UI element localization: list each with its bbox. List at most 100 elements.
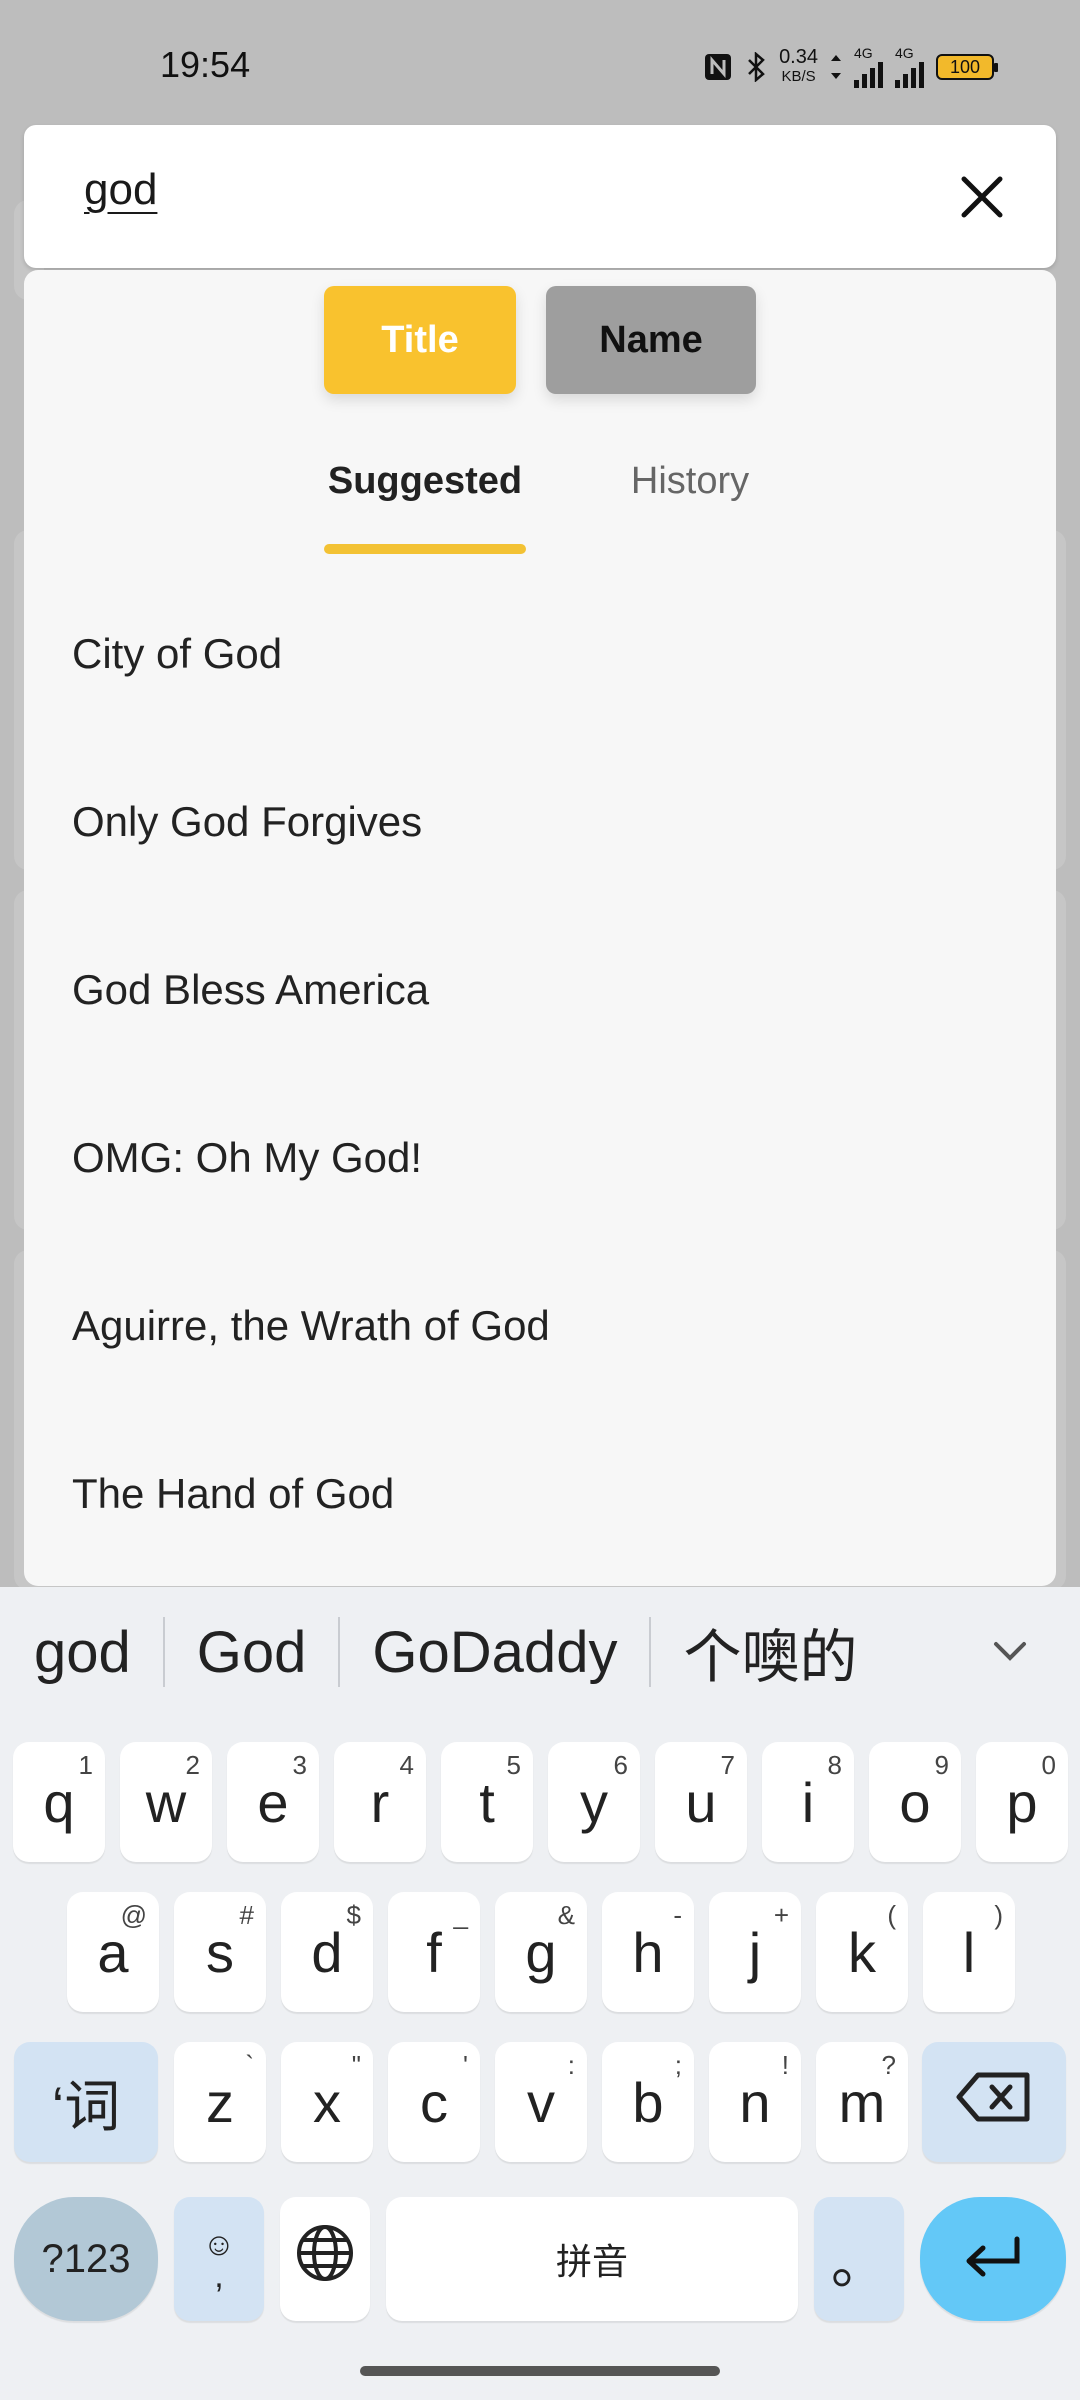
key-hint: 8 bbox=[827, 1750, 842, 1780]
key-u[interactable]: u7 bbox=[655, 1742, 747, 1862]
key-p[interactable]: p0 bbox=[976, 1742, 1068, 1862]
backspace-key[interactable] bbox=[922, 2042, 1066, 2162]
key-c[interactable]: c ' bbox=[388, 2042, 480, 2162]
suggestion-item[interactable]: OMG: Oh My God! bbox=[24, 1074, 1056, 1242]
key-letter: b bbox=[632, 2070, 664, 2134]
tab-history[interactable]: History bbox=[610, 460, 770, 503]
candidate-word[interactable]: 个噢的 bbox=[651, 1610, 889, 1694]
key-hint: @ bbox=[120, 1900, 147, 1930]
home-indicator[interactable] bbox=[360, 2366, 720, 2376]
key-letter: x bbox=[313, 2070, 341, 2134]
space-key[interactable]: 拼音 bbox=[386, 2197, 798, 2321]
candidate-word[interactable]: GoDaddy bbox=[340, 1619, 649, 1686]
key-r[interactable]: r4 bbox=[334, 1742, 426, 1862]
key-hint: ' bbox=[463, 2050, 468, 2080]
speed-value: 0.34 bbox=[779, 46, 818, 68]
signal-icon-2: 4G bbox=[895, 46, 924, 88]
key-hint: + bbox=[773, 1900, 789, 1930]
symbols-key[interactable]: ?123 bbox=[14, 2197, 158, 2321]
language-key[interactable] bbox=[280, 2197, 370, 2321]
key-n[interactable]: n! bbox=[709, 2042, 801, 2162]
key-letter: q bbox=[43, 1770, 75, 1834]
key-letter: e bbox=[257, 1770, 289, 1834]
key-j[interactable]: j + bbox=[709, 1892, 801, 2012]
key-letter: f bbox=[426, 1920, 442, 1984]
backspace-icon bbox=[956, 2070, 1032, 2135]
status-icons: 0.34 KB/S 4G 4G 100 bbox=[703, 46, 998, 88]
suggestion-item[interactable]: God Bless America bbox=[24, 906, 1056, 1074]
key-hint: ; bbox=[674, 2050, 682, 2080]
data-arrows-icon bbox=[830, 53, 842, 81]
search-input[interactable]: god bbox=[84, 165, 157, 215]
key-t[interactable]: t5 bbox=[441, 1742, 533, 1862]
key-m[interactable]: m? bbox=[816, 2042, 908, 2162]
key-x[interactable]: x " bbox=[281, 2042, 373, 2162]
key-hint: ! bbox=[781, 2050, 789, 2080]
key-d[interactable]: d $ bbox=[281, 1892, 373, 2012]
key-letter: d bbox=[311, 1920, 343, 1984]
suggestion-item[interactable]: Aguirre, the Wrath of God bbox=[24, 1242, 1056, 1410]
key-hint: # bbox=[239, 1900, 254, 1930]
keyboard-candidate-bar: god God GoDaddy 个噢的 bbox=[0, 1587, 1080, 1717]
key-letter: z bbox=[206, 2070, 234, 2134]
key-s[interactable]: s # bbox=[174, 1892, 266, 2012]
key-hint: 0 bbox=[1041, 1750, 1056, 1780]
key-v[interactable]: v: bbox=[495, 2042, 587, 2162]
key-hint: 7 bbox=[720, 1750, 735, 1780]
key-w[interactable]: w2 bbox=[120, 1742, 212, 1862]
key-h[interactable]: h- bbox=[602, 1892, 694, 2012]
key-hint: ) bbox=[994, 1900, 1003, 1930]
comma-label: , bbox=[214, 2257, 224, 2295]
key-letter: u bbox=[685, 1770, 717, 1834]
key-hint: 9 bbox=[934, 1750, 949, 1780]
key-letter: y bbox=[580, 1770, 608, 1834]
key-f[interactable]: f _ bbox=[388, 1892, 480, 2012]
key-hint: 4 bbox=[399, 1750, 414, 1780]
search-bar: god bbox=[24, 125, 1056, 268]
key-q[interactable]: q1 bbox=[13, 1742, 105, 1862]
tab-indicator bbox=[324, 544, 526, 554]
key-hint: : bbox=[567, 2050, 575, 2080]
key-hint: 5 bbox=[506, 1750, 521, 1780]
ci-key[interactable]: ‘词 bbox=[14, 2042, 158, 2162]
filter-name-button[interactable]: Name bbox=[546, 286, 756, 394]
key-o[interactable]: o9 bbox=[869, 1742, 961, 1862]
tab-suggested[interactable]: Suggested bbox=[324, 460, 526, 503]
enter-key[interactable] bbox=[920, 2197, 1066, 2321]
key-hint: - bbox=[673, 1900, 682, 1930]
key-b[interactable]: b; bbox=[602, 2042, 694, 2162]
chevron-down-icon[interactable] bbox=[988, 1629, 1032, 1673]
key-e[interactable]: e3 bbox=[227, 1742, 319, 1862]
key-hint: _ bbox=[453, 1900, 468, 1930]
key-letter: t bbox=[479, 1770, 495, 1834]
key-hint: 6 bbox=[613, 1750, 628, 1780]
candidate-word[interactable]: god bbox=[0, 1619, 163, 1686]
key-hint: & bbox=[557, 1900, 575, 1930]
key-hint: $ bbox=[346, 1900, 361, 1930]
battery-level: 100 bbox=[949, 56, 981, 77]
key-letter: c bbox=[420, 2070, 448, 2134]
suggestion-item[interactable]: Only God Forgives bbox=[24, 738, 1056, 906]
suggestion-item[interactable]: City of God bbox=[24, 570, 1056, 738]
key-g[interactable]: g & bbox=[495, 1892, 587, 2012]
key-letter: v bbox=[527, 2070, 555, 2134]
key-a[interactable]: a @ bbox=[67, 1892, 159, 2012]
key-k[interactable]: k( bbox=[816, 1892, 908, 2012]
status-bar: 19:54 0.34 KB/S 4G 4G 100 bbox=[0, 0, 1080, 106]
key-l[interactable]: l) bbox=[923, 1892, 1015, 2012]
suggestion-item[interactable]: The Hand of God bbox=[24, 1410, 1056, 1578]
key-z[interactable]: z ` bbox=[174, 2042, 266, 2162]
key-y[interactable]: y6 bbox=[548, 1742, 640, 1862]
suggestion-list: City of God Only God Forgives God Bless … bbox=[24, 570, 1056, 1578]
clear-icon[interactable] bbox=[954, 169, 1010, 225]
key-letter: g bbox=[525, 1920, 557, 1984]
key-i[interactable]: i8 bbox=[762, 1742, 854, 1862]
key-letter: p bbox=[1006, 1770, 1038, 1834]
signal-icon: 4G bbox=[854, 46, 883, 88]
emoji-key[interactable]: ☺ , bbox=[174, 2197, 264, 2321]
soft-keyboard: god God GoDaddy 个噢的 q1w2e3r4t5y6u7i8o9p0… bbox=[0, 1587, 1080, 2400]
key-letter: o bbox=[899, 1770, 931, 1834]
candidate-word[interactable]: God bbox=[165, 1619, 339, 1686]
filter-title-button[interactable]: Title bbox=[324, 286, 516, 394]
period-key[interactable]: 。 bbox=[814, 2197, 904, 2321]
